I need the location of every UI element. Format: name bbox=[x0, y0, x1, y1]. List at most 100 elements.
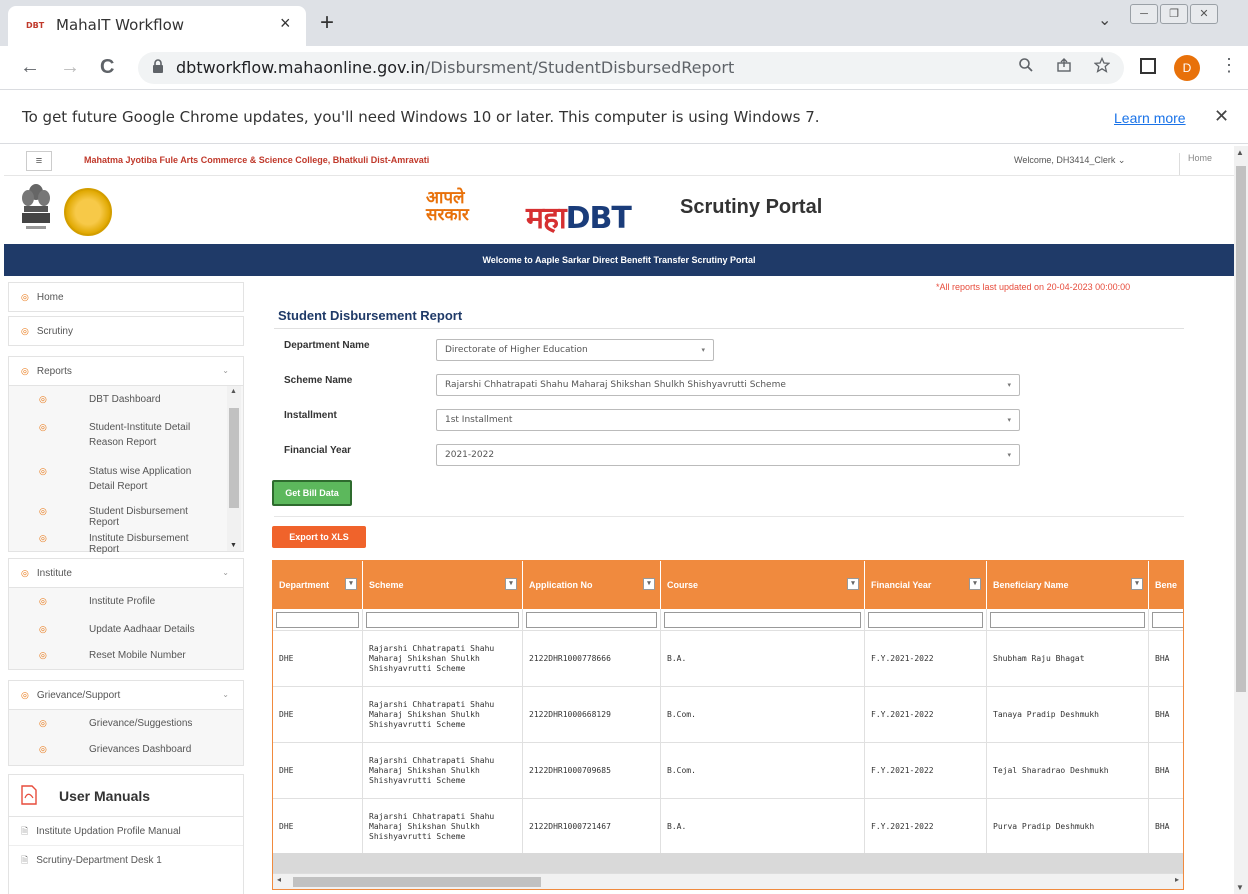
column-filter-input[interactable] bbox=[366, 612, 519, 628]
menu-icon[interactable]: ⋮ bbox=[1220, 55, 1238, 76]
scroll-up-icon[interactable]: ▲ bbox=[230, 388, 237, 395]
manual-link[interactable]: 🗎 Scrutiny-Department Desk 1 bbox=[9, 845, 243, 873]
column-filter-input[interactable] bbox=[664, 612, 861, 628]
last-updated-note: *All reports last updated on 20-04-2023 … bbox=[936, 282, 1131, 292]
scroll-right-icon[interactable]: ▸ bbox=[1175, 875, 1179, 884]
tab-close-icon[interactable]: × bbox=[280, 13, 291, 34]
user-menu[interactable]: Welcome, DH3414_Clerk ⌄ bbox=[1014, 155, 1125, 166]
column-header-beneficiary-name[interactable]: Beneficiary Name ▾ bbox=[987, 561, 1149, 609]
column-filter-icon[interactable]: ▾ bbox=[847, 578, 859, 590]
scroll-up-icon[interactable]: ▲ bbox=[1236, 148, 1244, 157]
circle-icon: ◎ bbox=[21, 292, 29, 302]
sidebar-item-grievances-dashboard[interactable]: ◎ Grievances Dashboard bbox=[9, 744, 239, 755]
page-scroll-thumb[interactable] bbox=[1236, 166, 1246, 692]
scheme-select[interactable]: Rajarshi Chhatrapati Shahu Maharaj Shiks… bbox=[436, 374, 1020, 396]
portal-title: Scrutiny Portal bbox=[680, 196, 823, 218]
table-cell-course: B.A. bbox=[661, 631, 865, 687]
profile-avatar[interactable]: D bbox=[1174, 55, 1200, 81]
close-window-icon[interactable]: ✕ bbox=[1190, 4, 1218, 24]
sidebar-item-dbt-dashboard[interactable]: ◎ DBT Dashboard bbox=[9, 394, 219, 405]
column-header-course[interactable]: Course ▾ bbox=[661, 561, 865, 609]
infobar-close-icon[interactable]: ✕ bbox=[1214, 106, 1229, 127]
scroll-left-icon[interactable]: ◂ bbox=[277, 875, 281, 884]
sidebar-item-institute-disbursement[interactable]: ◎ Institute Disbursement Report bbox=[9, 533, 219, 555]
learn-more-link[interactable]: Learn more bbox=[1114, 110, 1186, 126]
minimize-icon[interactable]: ─ bbox=[1130, 4, 1158, 24]
hamburger-icon[interactable]: ≡ bbox=[26, 151, 52, 171]
column-filter-cell bbox=[661, 609, 865, 631]
column-header-department[interactable]: Department ▾ bbox=[273, 561, 363, 609]
column-filter-input[interactable] bbox=[868, 612, 983, 628]
table-cell-department: DHE bbox=[273, 687, 363, 743]
forward-icon[interactable]: → bbox=[60, 56, 80, 79]
column-filter-input[interactable] bbox=[276, 612, 359, 628]
browser-tab[interactable]: DBT MahaIT Workflow × bbox=[8, 6, 306, 46]
manual-link[interactable]: 🗎 Institute Updation Profile Manual bbox=[9, 817, 243, 845]
document-icon: 🗎 bbox=[21, 826, 29, 836]
sidebar-item-grievance-suggestions[interactable]: ◎ Grievance/Suggestions bbox=[9, 718, 239, 729]
sidebar-item-reports[interactable]: ◎ Reports ⌄ bbox=[9, 357, 243, 385]
export-xls-button[interactable]: Export to XLS bbox=[272, 526, 366, 548]
bookmark-star-icon[interactable] bbox=[1093, 56, 1111, 78]
home-link[interactable]: Home bbox=[1179, 153, 1212, 175]
column-header-scheme[interactable]: Scheme ▾ bbox=[363, 561, 523, 609]
sidebar-item-grievance[interactable]: ◎ Grievance/Support ⌄ bbox=[9, 681, 243, 709]
sidebar-item-update-aadhaar[interactable]: ◎ Update Aadhaar Details bbox=[9, 624, 239, 635]
select-caret-icon: ▾ bbox=[1007, 381, 1011, 389]
share-icon[interactable] bbox=[1056, 57, 1072, 78]
zoom-icon[interactable] bbox=[1018, 57, 1034, 78]
column-filter-input[interactable] bbox=[990, 612, 1145, 628]
get-bill-data-button[interactable]: Get Bill Data bbox=[272, 480, 352, 506]
column-header-application-no[interactable]: Application No ▾ bbox=[523, 561, 661, 609]
user-manuals-panel: User Manuals 🗎 Institute Updation Profile… bbox=[8, 774, 244, 894]
infobar-message: To get future Google Chrome updates, you… bbox=[22, 108, 820, 126]
circle-icon: ◎ bbox=[39, 744, 47, 754]
column-filter-icon[interactable]: ▾ bbox=[345, 578, 357, 590]
sidebar-item-institute[interactable]: ◎ Institute ⌄ bbox=[9, 559, 243, 587]
table-cell-bene: BHA bbox=[1149, 743, 1183, 799]
circle-icon: ◎ bbox=[21, 690, 29, 700]
circle-icon: ◎ bbox=[39, 506, 47, 516]
sidebar-group-grievance: ◎ Grievance/Support ⌄ ◎ Grievance/Suggestio… bbox=[8, 680, 244, 766]
table-cell-beneficiary-name: Tejal Sharadrao Deshmukh bbox=[987, 743, 1149, 799]
horizontal-scrollbar[interactable]: ◂ ▸ bbox=[273, 873, 1183, 889]
sidebar-item-scrutiny[interactable]: ◎ Scrutiny bbox=[8, 316, 244, 346]
disbursement-grid: Department ▾ Scheme ▾ Application No ▾ Course ▾… bbox=[272, 560, 1184, 890]
submenu-scroll-thumb[interactable] bbox=[229, 408, 239, 508]
table-cell-application-no: 2122DHR1000721467 bbox=[523, 799, 661, 855]
submenu-scrollbar[interactable]: ▲ ▼ bbox=[227, 386, 241, 551]
url-input[interactable]: dbtworkflow.mahaonline.gov.in/Disbursmen… bbox=[138, 52, 1124, 84]
lock-icon[interactable] bbox=[152, 59, 164, 76]
column-filter-input[interactable] bbox=[526, 612, 657, 628]
column-filter-icon[interactable]: ▾ bbox=[1131, 578, 1143, 590]
column-filter-icon[interactable]: ▾ bbox=[969, 578, 981, 590]
page-scrollbar[interactable]: ▲ ▼ bbox=[1234, 146, 1248, 894]
sidebar-item-institute-profile[interactable]: ◎ Institute Profile bbox=[9, 596, 239, 607]
scroll-down-icon[interactable]: ▼ bbox=[1236, 883, 1244, 892]
sidebar-item-student-disbursement[interactable]: ◎ Student Disbursement Report bbox=[9, 506, 219, 528]
column-filter-icon[interactable]: ▾ bbox=[505, 578, 517, 590]
scroll-down-icon[interactable]: ▼ bbox=[230, 542, 237, 549]
circle-icon: ◎ bbox=[21, 568, 29, 578]
back-icon[interactable]: ← bbox=[20, 56, 40, 79]
tab-search-icon[interactable]: ⌄ bbox=[1098, 10, 1111, 30]
sidebar-item-home[interactable]: ◎ Home bbox=[8, 282, 244, 312]
new-tab-icon[interactable]: + bbox=[320, 9, 334, 37]
column-header-bene[interactable]: Bene bbox=[1149, 561, 1183, 609]
installment-select[interactable]: 1st Installment ▾ bbox=[436, 409, 1020, 431]
column-filter-cell bbox=[523, 609, 661, 631]
sidebar-item-reset-mobile[interactable]: ◎ Reset Mobile Number bbox=[9, 650, 239, 661]
column-filter-icon[interactable]: ▾ bbox=[643, 578, 655, 590]
reload-icon[interactable]: C bbox=[100, 56, 114, 79]
sidebar-item-student-institute-reason[interactable]: ◎ Student-Institute Detail Reason Report bbox=[9, 420, 219, 450]
column-filter-input[interactable] bbox=[1152, 612, 1183, 628]
department-select[interactable]: Directorate of Higher Education ▾ bbox=[436, 339, 714, 361]
sidebar-item-status-wise[interactable]: ◎ Status wise Application Detail Report bbox=[9, 464, 219, 494]
column-header-financial-year[interactable]: Financial Year ▾ bbox=[865, 561, 987, 609]
financial-year-select[interactable]: 2021-2022 ▾ bbox=[436, 444, 1020, 466]
horizontal-scroll-thumb[interactable] bbox=[293, 877, 541, 887]
side-panel-icon[interactable] bbox=[1140, 58, 1156, 74]
college-name: Mahatma Jyotiba Fule Arts Commerce & Sci… bbox=[84, 155, 430, 165]
circle-icon: ◎ bbox=[21, 326, 29, 336]
maximize-icon[interactable]: ❐ bbox=[1160, 4, 1188, 24]
